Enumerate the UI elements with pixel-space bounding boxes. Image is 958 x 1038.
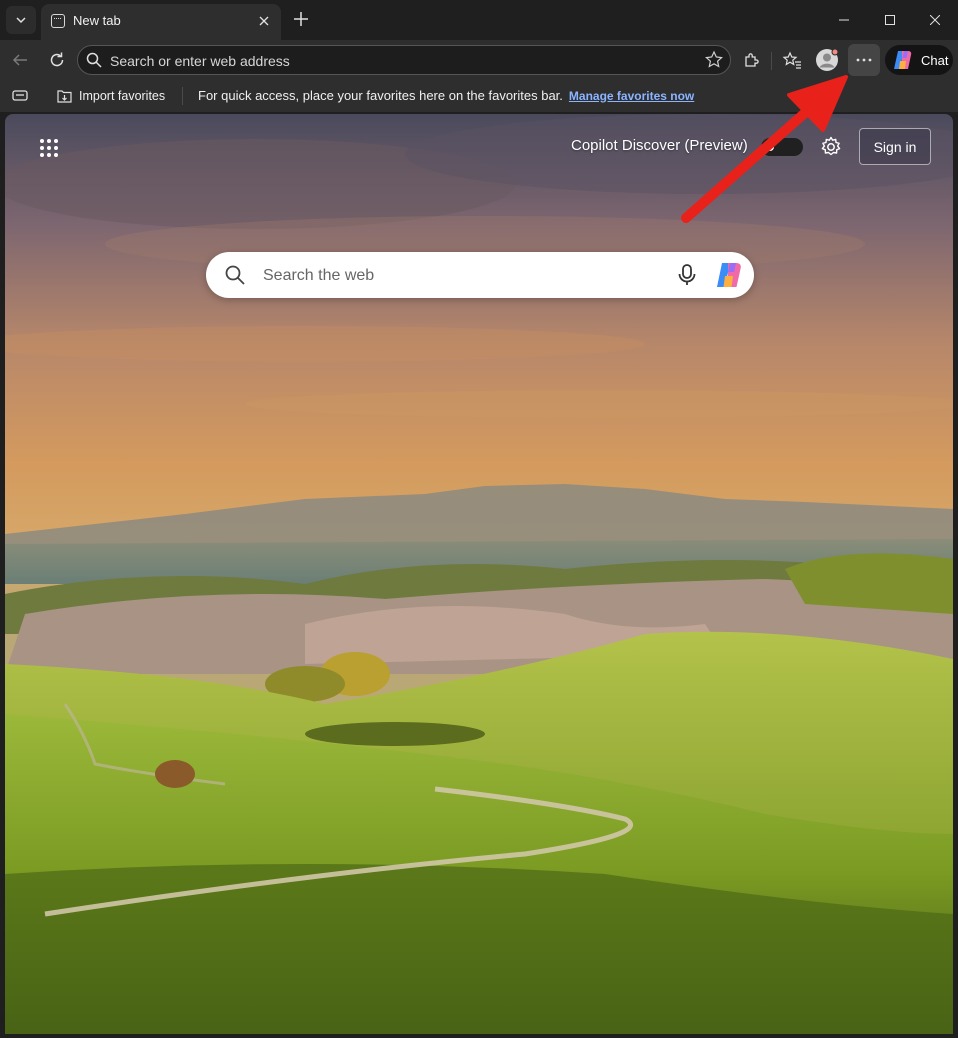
web-search-input[interactable] bbox=[261, 264, 665, 288]
copilot-icon bbox=[717, 263, 741, 287]
puzzle-piece-icon bbox=[745, 53, 759, 67]
tab-actions-menu-button[interactable] bbox=[6, 6, 36, 34]
favorites-bar: Import favorites For quick access, place… bbox=[0, 80, 958, 112]
new-tab-button[interactable] bbox=[288, 6, 314, 32]
close-icon bbox=[930, 15, 940, 25]
favorites-bar-message-row: For quick access, place your favorites h… bbox=[198, 88, 694, 103]
refresh-icon bbox=[50, 52, 64, 67]
search-icon bbox=[86, 52, 102, 68]
plus-icon bbox=[294, 12, 308, 26]
apps-grid-icon bbox=[47, 139, 51, 143]
apps-grid-icon bbox=[47, 153, 51, 157]
chat-label: Chat bbox=[921, 52, 949, 68]
web-search-box[interactable] bbox=[206, 252, 754, 298]
tab-strip: New tab bbox=[0, 0, 958, 40]
apps-grid-icon bbox=[54, 146, 58, 150]
maximize-button[interactable] bbox=[867, 4, 913, 36]
apps-grid-icon bbox=[40, 139, 44, 143]
extensions-button[interactable] bbox=[736, 44, 768, 76]
address-input[interactable] bbox=[108, 50, 692, 72]
copilot-search-button[interactable] bbox=[713, 260, 745, 295]
maximize-icon bbox=[885, 15, 895, 25]
favorites-list-icon bbox=[782, 51, 801, 69]
apps-grid-icon bbox=[40, 153, 44, 157]
back-button[interactable] bbox=[4, 44, 36, 76]
page-settings-button[interactable] bbox=[818, 134, 844, 160]
copilot-icon bbox=[894, 51, 912, 69]
avatar-icon bbox=[816, 48, 839, 71]
import-icon bbox=[57, 90, 72, 103]
more-horizontal-icon bbox=[856, 58, 872, 62]
minimize-icon bbox=[839, 19, 849, 21]
new-tab-page: Copilot Discover (Preview) Sign in bbox=[5, 114, 953, 1034]
copilot-discover-label: Copilot Discover (Preview) bbox=[571, 137, 748, 154]
microphone-icon bbox=[678, 264, 696, 285]
tab-title: New tab bbox=[73, 13, 121, 28]
import-favorites-button[interactable]: Import favorites bbox=[56, 88, 165, 104]
chevron-down-icon bbox=[16, 17, 26, 24]
copilot-chat-button[interactable]: Chat bbox=[885, 45, 953, 75]
favorites-divider bbox=[182, 87, 183, 105]
sign-in-button[interactable]: Sign in bbox=[859, 128, 931, 165]
close-icon bbox=[259, 16, 269, 26]
apps-grid-icon bbox=[54, 153, 58, 157]
tab-close-button[interactable] bbox=[255, 12, 273, 30]
refresh-button[interactable] bbox=[41, 44, 73, 76]
minimize-button[interactable] bbox=[821, 4, 867, 36]
new-tab-page-icon bbox=[51, 14, 65, 28]
toolbar-divider bbox=[771, 52, 772, 70]
tab-new-tab[interactable]: New tab bbox=[41, 4, 281, 40]
tab-group-icon bbox=[12, 90, 28, 101]
search-icon bbox=[225, 265, 245, 285]
profile-button[interactable] bbox=[811, 44, 843, 76]
app-launcher-button[interactable] bbox=[35, 134, 63, 162]
add-favorite-button[interactable] bbox=[704, 50, 724, 75]
settings-and-more-button[interactable] bbox=[848, 44, 880, 76]
favorites-button[interactable] bbox=[776, 44, 808, 76]
voice-search-button[interactable] bbox=[676, 263, 698, 292]
favorites-bar-message: For quick access, place your favorites h… bbox=[198, 88, 563, 103]
navigation-toolbar: Chat bbox=[0, 40, 958, 80]
gear-icon bbox=[821, 136, 841, 156]
copilot-discover-toggle[interactable] bbox=[761, 138, 803, 156]
star-plus-icon bbox=[705, 50, 723, 68]
close-window-button[interactable] bbox=[912, 4, 958, 36]
address-bar[interactable] bbox=[77, 45, 731, 75]
apps-grid-icon bbox=[47, 146, 51, 150]
manage-favorites-link[interactable]: Manage favorites now bbox=[569, 89, 694, 103]
back-arrow-icon bbox=[12, 54, 27, 66]
favorites-bar-menu-button[interactable] bbox=[12, 89, 28, 103]
apps-grid-icon bbox=[40, 146, 44, 150]
apps-grid-icon bbox=[54, 139, 58, 143]
import-favorites-label: Import favorites bbox=[79, 89, 166, 103]
